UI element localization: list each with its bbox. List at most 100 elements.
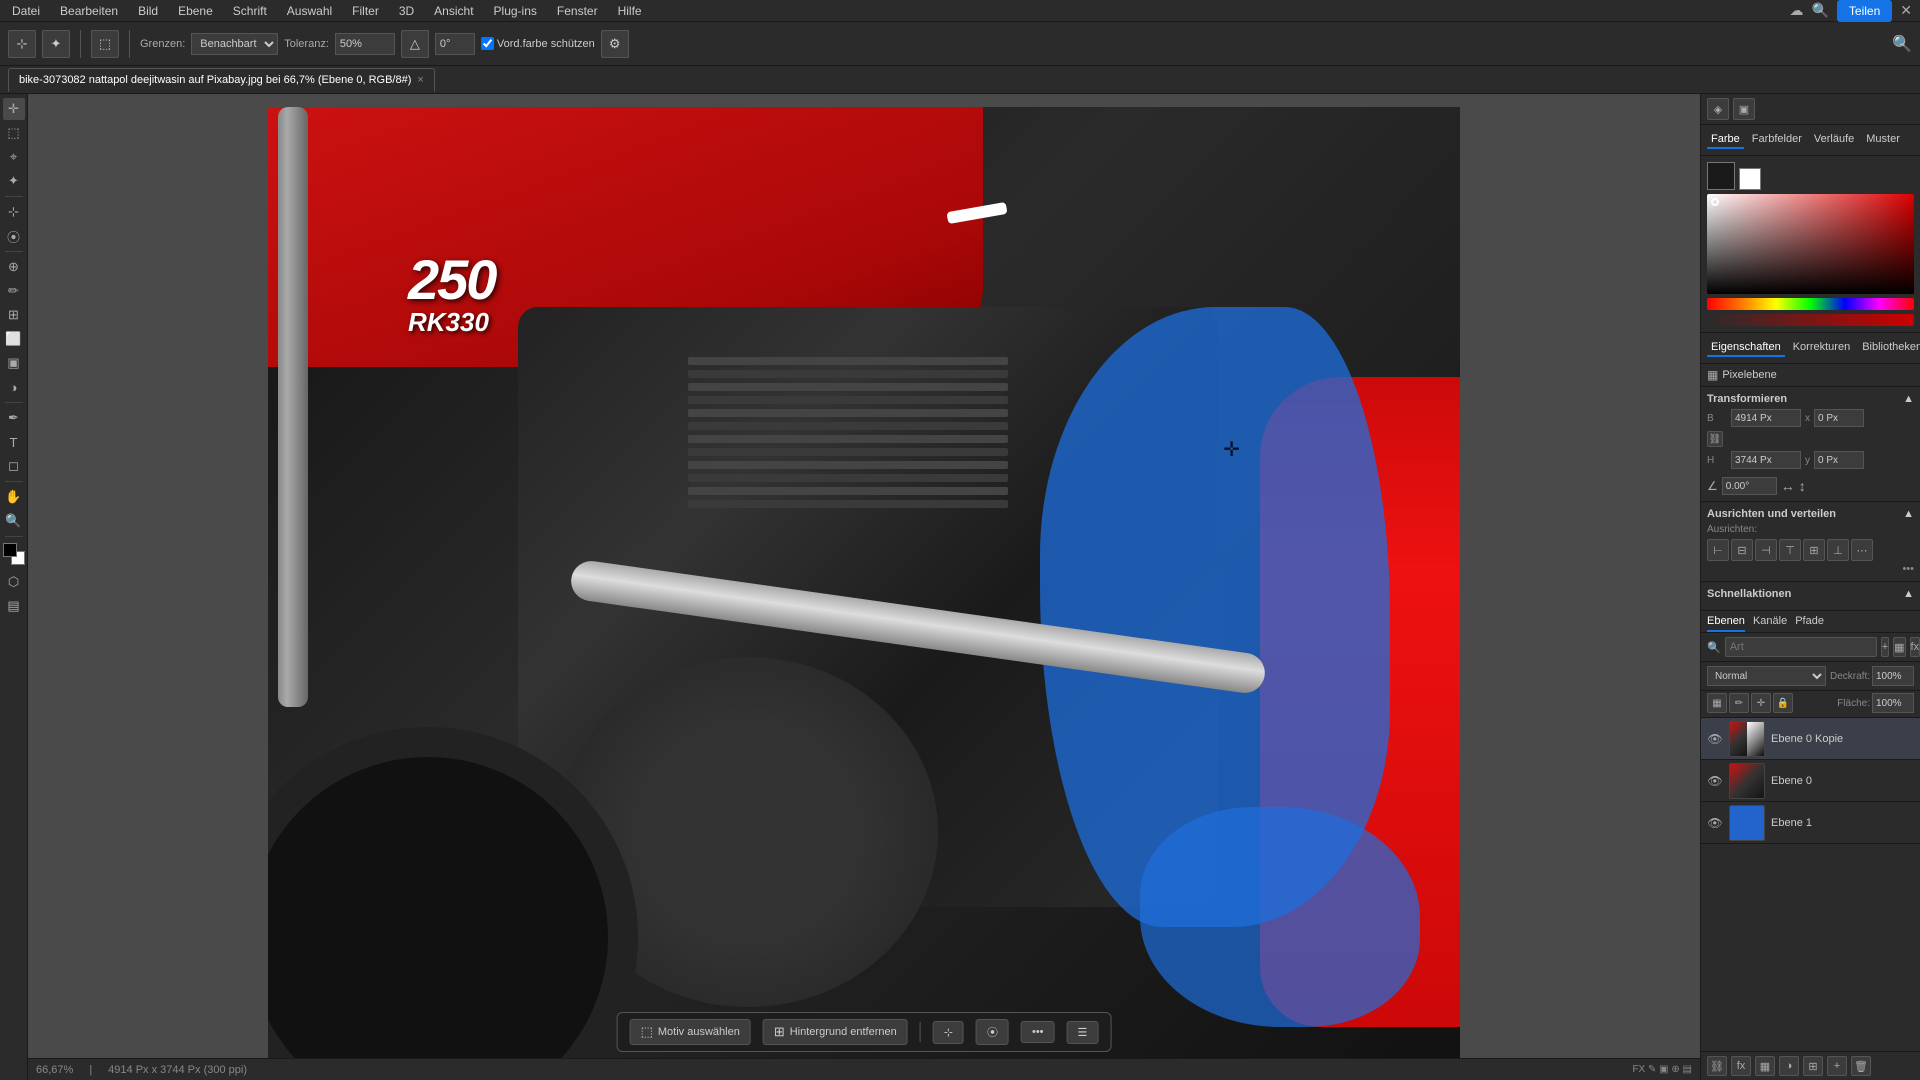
search-icon-toolbar[interactable]: 🔍 — [1892, 34, 1912, 54]
width-input[interactable] — [1731, 409, 1801, 427]
layer-item-ebene0[interactable]: 👁 Ebene 0 — [1701, 760, 1920, 802]
layer-mode-select[interactable]: Normal — [1707, 666, 1826, 686]
lock-move-btn[interactable]: ✛ — [1751, 693, 1771, 713]
muster-tab[interactable]: Muster — [1862, 131, 1904, 149]
zoom-tool[interactable]: 🔍 — [3, 510, 25, 532]
layer-new-btn[interactable]: + — [1827, 1056, 1847, 1076]
y-input[interactable] — [1814, 451, 1864, 469]
transform-header[interactable]: Transformieren ▲ — [1707, 393, 1914, 405]
layer-visibility-1[interactable]: 👁 — [1707, 773, 1723, 789]
layer-item-ebene1[interactable]: 👁 Ebene 1 — [1701, 802, 1920, 844]
angle-input[interactable] — [435, 33, 475, 55]
grenzen-select[interactable]: Benachbart — [191, 33, 278, 55]
layers-ebenen-tab[interactable]: Ebenen — [1707, 615, 1745, 632]
angle-input-props[interactable] — [1722, 477, 1777, 495]
quick-header[interactable]: Schnellaktionen ▲ — [1707, 588, 1914, 600]
screen-mode-btn[interactable]: ▤ — [3, 595, 25, 617]
magic-wand-tool[interactable]: ✦ — [3, 170, 25, 192]
crop-tool[interactable]: ⊹ — [3, 201, 25, 223]
canvas-area[interactable]: 250 RK330 ✛ ⬚ Motiv auswählen ⊞ H — [28, 94, 1700, 1080]
foreground-color-swatch[interactable] — [3, 543, 17, 557]
shape-tool[interactable]: ◻ — [3, 455, 25, 477]
lasso-tool[interactable]: ⌖ — [3, 146, 25, 168]
verlaufe-tab[interactable]: Verläufe — [1810, 131, 1858, 149]
menu-filter[interactable]: Filter — [348, 2, 383, 20]
layer-visibility-0[interactable]: 👁 — [1707, 731, 1723, 747]
menu-ansicht[interactable]: Ansicht — [430, 2, 477, 20]
color-picker-gradient[interactable] — [1707, 194, 1914, 294]
layer-adj-bottom-btn[interactable]: ◑ — [1779, 1056, 1799, 1076]
brush-tool[interactable]: ✏ — [3, 280, 25, 302]
layer-item-ebene0-kopie[interactable]: 👁 Ebene 0 Kopie — [1701, 718, 1920, 760]
tool-magic-wand[interactable]: ✦ — [42, 30, 70, 58]
menu-plugins[interactable]: Plug-ins — [490, 2, 541, 20]
align-left-btn[interactable]: ⊢ — [1707, 539, 1729, 561]
gradient-tool[interactable]: ▣ — [3, 352, 25, 374]
align-hcenter-btn[interactable]: ⊟ — [1731, 539, 1753, 561]
angle-btn[interactable]: △ — [401, 30, 429, 58]
vordfarbe-check-label[interactable]: Vord.farbe schützen — [481, 37, 595, 50]
tool-select-btn[interactable]: ⊹ — [8, 30, 36, 58]
menu-schrift[interactable]: Schrift — [229, 2, 271, 20]
lock-px-btn[interactable]: ▦ — [1707, 693, 1727, 713]
align-vcenter-btn[interactable]: ⊞ — [1803, 539, 1825, 561]
close-btn[interactable]: ✕ — [1900, 2, 1912, 19]
tab-close-btn[interactable]: × — [417, 74, 423, 86]
menu-3d[interactable]: 3D — [395, 2, 418, 20]
layer-group-btn[interactable]: ⊞ — [1803, 1056, 1823, 1076]
flache-input[interactable] — [1872, 693, 1914, 713]
layer-fx-bottom-btn[interactable]: fx — [1731, 1056, 1751, 1076]
dodge-tool[interactable]: ◑ — [3, 376, 25, 398]
deckraft-input[interactable] — [1872, 666, 1914, 686]
bibliotheken-tab[interactable]: Bibliotheken — [1858, 339, 1920, 357]
bottom-extra-btn-4[interactable]: ☰ — [1067, 1021, 1099, 1044]
quick-mask-btn[interactable]: ⬡ — [3, 571, 25, 593]
eraser-tool[interactable]: ⬜ — [3, 328, 25, 350]
hand-tool[interactable]: ✋ — [3, 486, 25, 508]
flip-h-icon[interactable]: ↔ — [1781, 478, 1795, 494]
bottom-extra-btn-3[interactable]: ••• — [1021, 1021, 1055, 1043]
layer-fx-icon-btn[interactable]: fx — [1910, 637, 1920, 657]
healing-tool[interactable]: ⊕ — [3, 256, 25, 278]
fg-color-swatch[interactable] — [1707, 162, 1735, 190]
menu-datei[interactable]: Datei — [8, 2, 44, 20]
layers-search-input[interactable] — [1725, 637, 1877, 657]
flip-v-icon[interactable]: ↕ — [1799, 478, 1806, 494]
motiv-button[interactable]: ⬚ Motiv auswählen — [630, 1019, 751, 1045]
selection-tool[interactable]: ⬚ — [3, 122, 25, 144]
align-right-btn[interactable]: ⊣ — [1755, 539, 1777, 561]
layer-add-icon-btn[interactable]: + — [1881, 637, 1889, 657]
bottom-extra-btn-1[interactable]: ⊹ — [933, 1021, 964, 1044]
sample-size-btn[interactable]: ⬚ — [91, 30, 119, 58]
menu-ebene[interactable]: Ebene — [174, 2, 217, 20]
align-extra-btn[interactable]: ⋯ — [1851, 539, 1873, 561]
menu-bild[interactable]: Bild — [134, 2, 162, 20]
layers-pfade-tab[interactable]: Pfade — [1795, 615, 1824, 632]
active-tab[interactable]: bike-3073082 nattapol deejitwasin auf Pi… — [8, 68, 435, 92]
text-tool[interactable]: T — [3, 431, 25, 453]
align-more-options[interactable]: ••• — [1707, 563, 1914, 575]
lock-all-btn[interactable]: 🔒 — [1773, 693, 1793, 713]
menu-auswahl[interactable]: Auswahl — [283, 2, 336, 20]
x-input[interactable] — [1814, 409, 1864, 427]
layer-link-btn[interactable]: ⛓ — [1707, 1056, 1727, 1076]
pen-tool[interactable]: ✒ — [3, 407, 25, 429]
move-tool[interactable]: ✛ — [3, 98, 25, 120]
lock-draw-btn[interactable]: ✏ — [1729, 693, 1749, 713]
menu-hilfe[interactable]: Hilfe — [614, 2, 646, 20]
height-input[interactable] — [1731, 451, 1801, 469]
link-proportions-btn[interactable]: ⛓ — [1707, 431, 1723, 447]
layers-kanale-tab[interactable]: Kanäle — [1753, 615, 1787, 632]
gradient-picker-icon-btn[interactable]: ▣ — [1733, 98, 1755, 120]
search-icon-menu[interactable]: 🔍 — [1811, 2, 1828, 19]
farbe-tab[interactable]: Farbe — [1707, 131, 1744, 149]
align-bottom-btn[interactable]: ⊥ — [1827, 539, 1849, 561]
korrekturen-tab[interactable]: Korrekturen — [1789, 339, 1854, 357]
color-spectrum-slider[interactable] — [1707, 298, 1914, 310]
align-top-btn[interactable]: ⊤ — [1779, 539, 1801, 561]
layer-del-btn[interactable]: 🗑 — [1851, 1056, 1871, 1076]
color-opacity-slider[interactable] — [1707, 314, 1914, 326]
bottom-extra-btn-2[interactable]: ⦿ — [976, 1019, 1009, 1045]
hintergrund-button[interactable]: ⊞ Hintergrund entfernen — [763, 1019, 908, 1045]
tool-extra-btn[interactable]: ⚙ — [601, 30, 629, 58]
